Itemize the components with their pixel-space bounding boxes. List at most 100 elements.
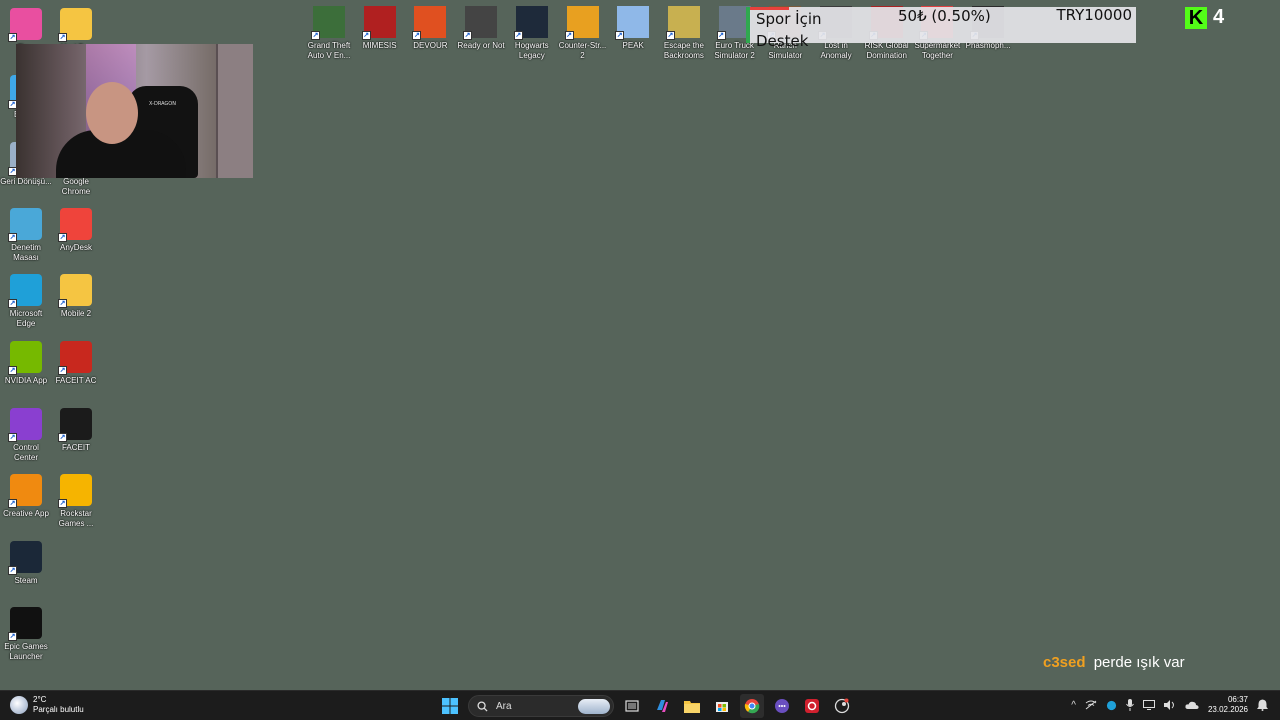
desktop-icon-label: Escape the Backrooms [663, 41, 704, 60]
shortcut-arrow-icon: ↗ [513, 31, 523, 40]
desktop-icon[interactable]: ↗ NVIDIA App [0, 341, 52, 386]
desktop-icon[interactable]: ↗ Rockstar Games ... [50, 474, 102, 529]
search-highlight-icon [578, 699, 610, 714]
shortcut-arrow-icon: ↗ [8, 433, 17, 442]
viewer-count: 4 [1213, 6, 1225, 28]
weather-temp: 2°C [33, 695, 47, 704]
shortcut-arrow-icon: ↗ [361, 31, 371, 40]
desktop-icon-label: NVIDIA App [4, 376, 48, 385]
desktop-icon-label: Counter-Str... 2 [558, 41, 607, 60]
taskbar: 2°C Parçalı bulutlu Ara ^ 06:37 23.02.20… [0, 690, 1280, 720]
shortcut-arrow-icon: ↗ [8, 299, 17, 308]
desktop-icon[interactable]: ↗ Mobile 2 [50, 274, 102, 319]
shortcut-arrow-icon: ↗ [8, 499, 17, 508]
hogwarts-icon: ↗ [513, 6, 548, 40]
desktop-icon-label: Grand Theft Auto V En... [307, 41, 351, 60]
shortcut-arrow-icon: ↗ [58, 433, 67, 442]
devour-icon: ↗ [412, 6, 447, 40]
peak-icon: ↗ [615, 6, 650, 40]
shortcut-arrow-icon: ↗ [8, 366, 17, 375]
desktop-icon[interactable]: ↗ DEVOUR [404, 6, 456, 51]
desktop-icon-label: Microsoft Edge [9, 309, 43, 328]
volume-icon[interactable] [1163, 700, 1176, 710]
steam-icon: ↗ [8, 541, 42, 575]
desktop-icon[interactable]: ↗ Creative App [0, 474, 52, 519]
desktop-icon[interactable]: ↗ Hogwarts Legacy [506, 6, 558, 61]
chat-app-icon[interactable] [770, 694, 794, 718]
epic-games-icon: ↗ [8, 607, 42, 641]
start-icon[interactable] [438, 694, 462, 718]
desktop-icon-label: PEAK [622, 41, 644, 50]
shortcut-arrow-icon: ↗ [8, 233, 17, 242]
desktop-icon[interactable]: ↗ Counter-Str... 2 [557, 6, 609, 61]
desktop-icon[interactable]: ↗ Epic Games Launcher [0, 607, 52, 662]
webcam-chair-text: X-DRAGON [149, 101, 176, 107]
gta-v-icon: ↗ [311, 6, 345, 40]
faceit-icon: ↗ [58, 408, 92, 442]
shortcut-arrow-icon: ↗ [58, 33, 67, 42]
shortcut-arrow-icon: ↗ [8, 566, 17, 575]
desktop-icon[interactable]: ↗ Escape the Backrooms [658, 6, 710, 61]
desktop-icon[interactable]: ↗ FACEIT [50, 408, 102, 453]
edge-tray-icon[interactable] [1106, 700, 1117, 711]
system-tray: ^ 06:37 23.02.2026 [1071, 695, 1268, 715]
desktop-icon[interactable]: ↗ Control Center [0, 408, 52, 463]
desktop-icon[interactable]: ↗ FACEIT AC [50, 341, 102, 386]
store-icon[interactable] [710, 694, 734, 718]
shortcut-arrow-icon: ↗ [8, 33, 17, 42]
webcam-overlay: X-DRAGON [16, 44, 253, 178]
desktop-icon-label: Hogwarts Legacy [514, 41, 549, 60]
desktop-icon[interactable]: ↗ PEAK [607, 6, 659, 51]
clock-time: 06:37 [1227, 695, 1248, 704]
display-icon[interactable] [1142, 700, 1155, 710]
chat-message: c3sed perde ışık var [1043, 654, 1185, 671]
anydesk-icon: ↗ [58, 208, 92, 242]
onedrive-icon[interactable] [1185, 700, 1199, 710]
rockstar-icon: ↗ [58, 474, 92, 508]
desktop-icon-label: Epic Games Launcher [4, 642, 48, 661]
edge-icon: ↗ [8, 274, 42, 308]
desktop-icon[interactable]: ↗ MIMESIS [354, 6, 406, 51]
desktop-icon-label: MIMESIS [362, 41, 397, 50]
desktop-icon-label: Creative App [3, 509, 49, 518]
clock[interactable]: 06:37 23.02.2026 [1208, 695, 1248, 715]
shortcut-arrow-icon: ↗ [58, 366, 67, 375]
shortcut-arrow-icon: ↗ [716, 31, 726, 40]
taskbar-apps: Ara [438, 694, 854, 718]
shortcut-arrow-icon: ↗ [665, 31, 675, 40]
mimesis-icon: ↗ [361, 6, 396, 40]
desktop-icon-label: Mobile 2 [60, 309, 92, 318]
taskbar-search[interactable]: Ara [468, 695, 614, 717]
chrome-taskbar-icon[interactable] [740, 694, 764, 718]
copilot-icon[interactable] [650, 694, 674, 718]
file-explorer-icon[interactable] [680, 694, 704, 718]
desktop-icon[interactable]: ↗ Ready or Not [455, 6, 507, 51]
steam-taskbar-icon[interactable] [830, 694, 854, 718]
desktop-icon[interactable]: ↗ Microsoft Edge [0, 274, 52, 329]
ready-or-not-icon: ↗ [463, 6, 498, 40]
desktop-icon[interactable]: ↗ Steam [0, 541, 52, 586]
faceit-ac-icon: ↗ [58, 341, 92, 375]
desktop-icon[interactable]: ↗ AnyDesk [50, 208, 102, 253]
desktop-icon-label: Euro Truck Simulator 2 [714, 41, 755, 60]
notification-icon[interactable] [1257, 699, 1268, 711]
backrooms-icon: ↗ [665, 6, 700, 40]
weather-widget[interactable]: 2°C Parçalı bulutlu [10, 695, 84, 715]
desktop-icon[interactable]: ↗ Denetim Masası [0, 208, 52, 263]
clock-date: 23.02.2026 [1207, 705, 1248, 714]
microphone-icon[interactable] [1126, 699, 1134, 711]
desktop-icon-label: DEVOUR [413, 41, 448, 50]
chat-text: perde ışık var [1093, 654, 1185, 671]
record-app-icon[interactable] [800, 694, 824, 718]
desktop-icon-label: FACEIT [61, 443, 90, 452]
desktop-icon[interactable]: ↗ Grand Theft Auto V En... [303, 6, 355, 61]
shortcut-arrow-icon: ↗ [8, 632, 17, 641]
shortcut-arrow-icon: ↗ [615, 31, 625, 40]
donation-title: Spor İçin Destek [756, 10, 822, 50]
desktop-icon-label: Steam [14, 576, 38, 585]
network-off-icon[interactable] [1085, 700, 1097, 710]
weather-cloud-icon [10, 696, 28, 714]
task-view-icon[interactable] [620, 694, 644, 718]
chevron-up-icon[interactable]: ^ [1071, 700, 1076, 711]
kick-viewer-widget: K 4 [1185, 6, 1224, 29]
